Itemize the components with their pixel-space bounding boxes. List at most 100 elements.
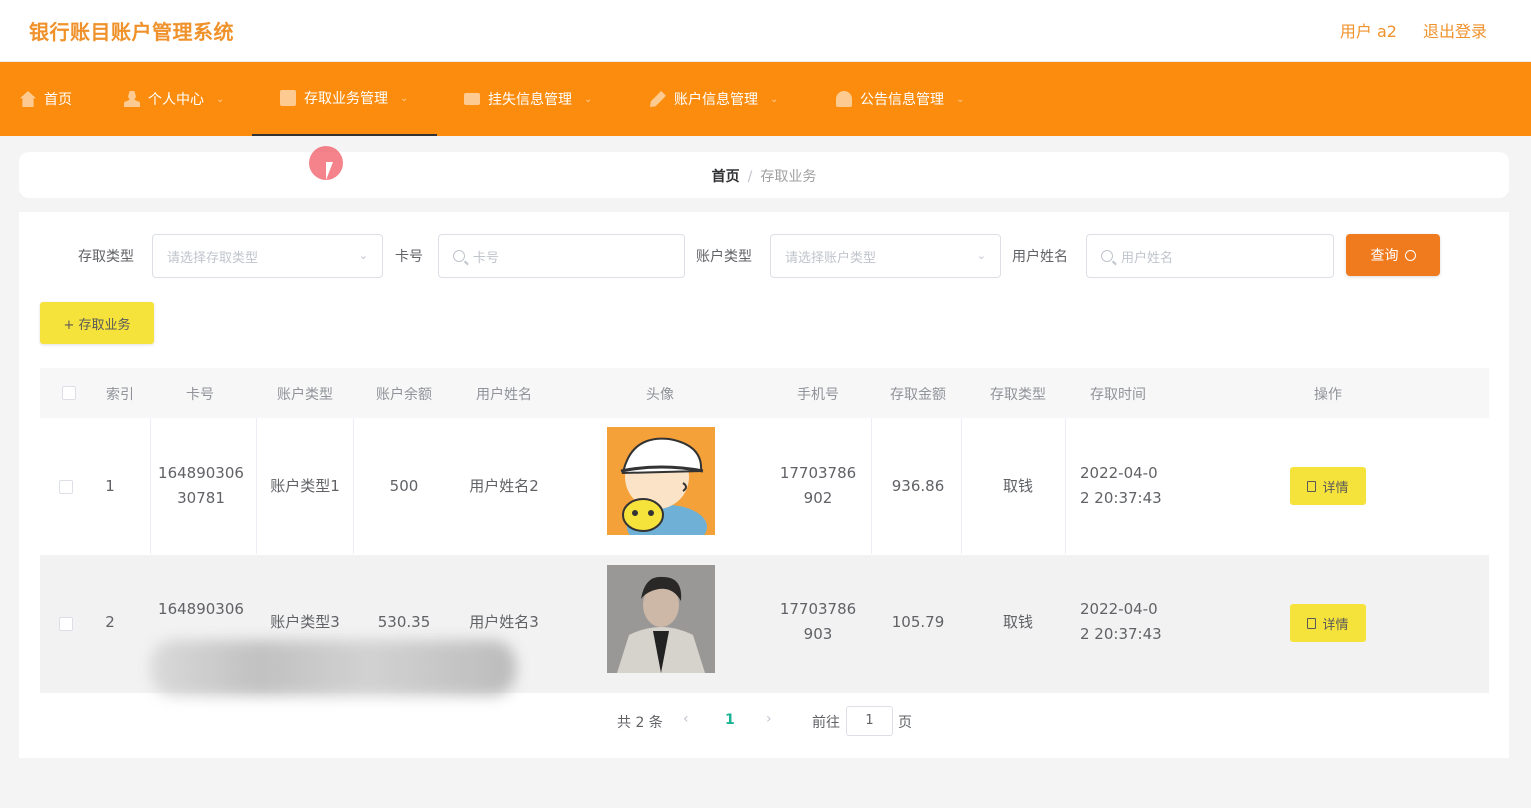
query-button[interactable]: 查询 [1346, 234, 1440, 276]
nav-label: 公告信息管理 [860, 92, 944, 108]
column-divider [353, 418, 354, 554]
cell-balance: 500 [389, 477, 419, 495]
chevron-down-icon: ⌄ [400, 92, 409, 104]
edit-icon [650, 91, 666, 107]
table-header: 索引 卡号 账户类型 账户余额 用户姓名 头像 手机号 存取金额 存取类型 存取… [40, 368, 1489, 418]
chevron-down-icon: ⌄ [976, 249, 986, 262]
chevron-right-icon[interactable]: › [766, 711, 772, 727]
pagination-total: 共 2 条 [617, 715, 663, 731]
avatar [607, 427, 715, 535]
time-line: 2 20:37:43 [1080, 489, 1162, 507]
time-line: 2022-04-0 [1080, 600, 1158, 618]
phone-line: 903 [803, 625, 833, 643]
nav-item-personal-center[interactable]: 个人中心 ⌄ [124, 62, 224, 136]
account-type-select[interactable]: 请选择账户类型 ⌄ [770, 234, 1001, 278]
nav-item-deposit-withdraw[interactable]: 存取业务管理 ⌄ [252, 62, 437, 136]
document-icon [280, 90, 296, 106]
add-transaction-button[interactable]: + 存取业务 [40, 302, 154, 344]
th-time: 存取时间 [1090, 387, 1146, 403]
search-form: 存取类型 请选择存取类型 ⌄ 卡号 卡号 账户类型 请选择账户类型 ⌄ 用户姓名… [0, 234, 1531, 278]
th-action: 操作 [1314, 387, 1342, 403]
th-account-type: 账户类型 [277, 387, 333, 403]
th-name: 用户姓名 [476, 387, 532, 403]
cell-balance: 530.35 [377, 613, 431, 631]
cell-amount: 936.86 [891, 477, 945, 495]
column-divider [1065, 418, 1066, 554]
pagination: 共 2 条 ‹ 1 › 前往 1 页 [0, 706, 1531, 736]
row-checkbox[interactable] [59, 480, 73, 494]
column-divider [961, 418, 962, 554]
card-icon [464, 93, 480, 105]
page-jump-input[interactable]: 1 [846, 706, 893, 736]
select-all-checkbox[interactable] [62, 386, 76, 400]
page-number[interactable]: 1 [725, 712, 735, 728]
type-placeholder: 请选择存取类型 [167, 250, 259, 266]
th-phone: 手机号 [797, 387, 839, 403]
user-label[interactable]: 用户 a2 [1340, 18, 1397, 42]
cell-amount: 105.79 [891, 613, 945, 631]
card-line: 164890306 [158, 600, 244, 618]
cell-op-type: 取钱 [1002, 477, 1033, 495]
th-avatar: 头像 [646, 387, 674, 403]
breadcrumb: 首页 / 存取业务 [19, 166, 1509, 186]
phone-line: 17703786 [779, 600, 857, 618]
detail-label: 详情 [1322, 480, 1349, 496]
cursor-arrow-icon [326, 162, 340, 180]
time-line: 2 20:37:43 [1080, 625, 1162, 643]
th-balance: 账户余额 [376, 387, 432, 403]
nav-item-home[interactable]: 首页 [20, 62, 72, 136]
search-icon [453, 250, 465, 262]
breadcrumb-card: 首页 / 存取业务 [19, 152, 1509, 198]
cell-phone: 17703786 902 [775, 461, 861, 511]
nav-item-announcement[interactable]: 公告信息管理 ⌄ [836, 62, 964, 136]
phone-line: 902 [803, 489, 833, 507]
cell-time: 2022-04-0 2 20:37:43 [1072, 461, 1162, 511]
card-line: 30781 [177, 489, 225, 507]
name-input[interactable]: 用户姓名 [1086, 234, 1334, 278]
nav-label: 个人中心 [148, 92, 204, 108]
name-label: 用户姓名 [1012, 249, 1068, 265]
nav-item-loss-report[interactable]: 挂失信息管理 ⌄ [464, 62, 592, 136]
main-nav: 首页 个人中心 ⌄ 存取业务管理 ⌄ 挂失信息管理 ⌄ 账户信息管理 ⌄ 公告信… [0, 62, 1531, 136]
breadcrumb-current: 存取业务 [760, 169, 817, 185]
nav-item-account-info[interactable]: 账户信息管理 ⌄ [650, 62, 778, 136]
chevron-down-icon: ⌄ [770, 93, 779, 105]
nav-label: 存取业务管理 [304, 91, 388, 107]
chevron-down-icon: ⌄ [956, 93, 965, 105]
document-icon [1307, 617, 1317, 629]
search-icon [1404, 249, 1416, 261]
avatar [607, 565, 715, 673]
logout-link[interactable]: 退出登录 [1423, 18, 1487, 42]
nav-label: 首页 [44, 92, 72, 108]
name-placeholder: 用户姓名 [1121, 250, 1174, 266]
card-label: 卡号 [395, 249, 423, 265]
column-divider [871, 418, 872, 554]
card-line: 164890306 [158, 464, 244, 482]
top-header: 银行账目账户管理系统 用户 a2 退出登录 [0, 0, 1531, 62]
search-icon [1101, 250, 1113, 262]
nav-label: 账户信息管理 [674, 92, 758, 108]
column-divider [256, 418, 257, 554]
type-label: 存取类型 [78, 249, 134, 265]
chevron-left-icon[interactable]: ‹ [683, 711, 689, 727]
detail-button[interactable]: 详情 [1290, 467, 1366, 505]
user-area: 用户 a2 退出登录 [1340, 18, 1487, 42]
account-type-label: 账户类型 [696, 249, 752, 265]
cell-card: 164890306 [151, 597, 251, 622]
bell-icon [836, 91, 852, 107]
detail-button[interactable]: 详情 [1290, 604, 1366, 642]
table-row: 1 164890306 30781 账户类型1 500 用户姓名2 177037… [40, 418, 1489, 554]
user-icon [124, 91, 140, 107]
query-label: 查询 [1370, 248, 1399, 264]
cell-account-type: 账户类型3 [270, 613, 340, 631]
card-input[interactable]: 卡号 [438, 234, 685, 278]
breadcrumb-home[interactable]: 首页 [712, 169, 740, 185]
app-title: 银行账目账户管理系统 [29, 20, 234, 44]
type-select[interactable]: 请选择存取类型 ⌄ [152, 234, 383, 278]
row-checkbox[interactable] [59, 617, 73, 631]
nav-label: 挂失信息管理 [488, 92, 572, 108]
cell-phone: 17703786 903 [775, 597, 861, 647]
account-type-placeholder: 请选择账户类型 [785, 250, 877, 266]
th-index: 索引 [106, 387, 134, 403]
chevron-down-icon: ⌄ [216, 93, 225, 105]
